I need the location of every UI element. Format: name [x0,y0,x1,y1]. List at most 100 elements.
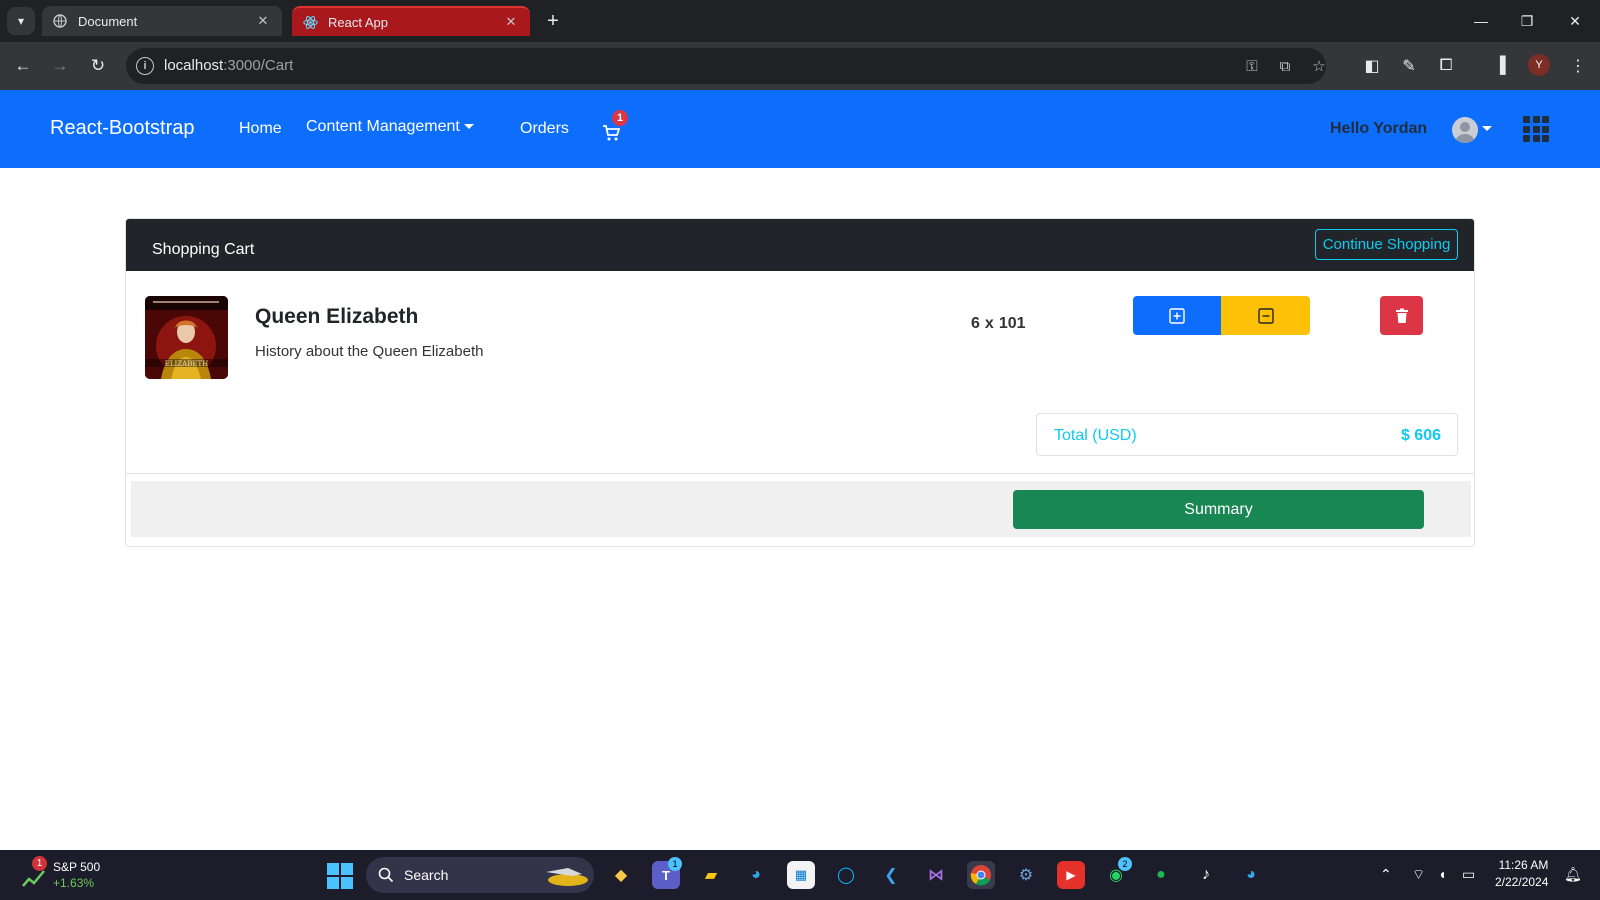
close-tab-icon[interactable]: ✕ [254,12,272,30]
back-icon[interactable]: ← [11,54,35,78]
notification-bell-icon[interactable]: 🔔︎ [1564,866,1582,883]
close-tab-icon[interactable]: ✕ [502,13,520,31]
user-menu-caret-icon[interactable] [1482,126,1492,131]
tab-react-app[interactable]: React App ✕ [292,6,530,36]
card-header: Shopping Cart Continue Shopping [126,219,1474,271]
browser-tabstrip: ▾ Document ✕ React App ✕ + — ❐ ✕ [0,0,1600,42]
bookmark-star-icon[interactable]: ☆ [1309,57,1329,75]
nav-link-home[interactable]: Home [239,120,282,138]
globe-icon [52,13,68,29]
open-in-app-icon[interactable]: ⧉ [1275,57,1295,75]
chrome-icon[interactable] [967,861,995,889]
reload-icon[interactable]: ↻ [86,54,110,78]
close-window-icon[interactable]: ✕ [1552,0,1598,42]
tab-title: Document [78,13,138,29]
product-poster-text: ELIZABETH [165,360,208,368]
edge-icon[interactable]: ◕ [742,861,770,889]
product-name: Queen Elizabeth [255,305,419,328]
whatsapp-badge: 2 [1118,857,1132,871]
stock-name: S&P 500 [53,860,101,874]
vscode-icon[interactable]: ❮ [877,861,905,889]
profile-avatar[interactable]: Y [1528,54,1550,76]
minimize-icon[interactable]: — [1458,0,1504,42]
browser-menu-icon[interactable]: ⋮ [1566,54,1590,78]
eyedropper-icon[interactable]: ✎ [1397,54,1421,78]
trash-icon [1395,308,1408,323]
product-thumbnail: ELIZABETH [145,296,228,379]
wifi-icon[interactable]: ⌔ [1412,866,1425,884]
quantity-price: 6 x 101 [971,315,1026,333]
microsoft-store-icon[interactable]: ▦ [787,861,815,889]
tiktok-icon[interactable]: ♪ [1192,861,1220,889]
spotify-icon[interactable]: ● [1147,861,1175,889]
cart-count-badge: 1 [612,110,628,126]
restore-icon[interactable]: ❐ [1504,0,1550,42]
side-panel-icon[interactable]: ▐ [1488,54,1512,78]
shopping-cart-card: Shopping Cart Continue Shopping ELIZABET… [125,218,1475,547]
nav-link-orders[interactable]: Orders [520,120,569,138]
extensions-puzzle-icon[interactable]: ⧠ [1434,54,1458,78]
search-icon [378,867,394,883]
plus-square-icon [1169,307,1185,324]
card-title: Shopping Cart [152,241,255,258]
url-text[interactable]: localhost:3000/Cart [164,57,293,74]
item-price: 101 [998,315,1026,332]
visual-studio-icon[interactable]: ⋈ [922,861,950,889]
tray-chevron-icon[interactable]: ⌃ [1380,866,1392,883]
clock-date: 2/22/2024 [1495,875,1549,889]
total-value: $ 606 [1400,427,1441,444]
user-avatar-icon[interactable] [1452,117,1478,143]
multiply-sign: x [984,315,994,332]
pixel-app-icon[interactable]: ◆ [607,861,635,889]
browser-toolbar: ← → ↻ i localhost:3000/Cart ⚿ ⧉ ☆ ◧ ✎ ⧠ … [0,42,1600,90]
nav-dropdown-content-management[interactable]: Content Management [306,118,474,136]
stock-change: +1.63% [53,876,95,890]
ssms-icon[interactable]: ⚙ [1012,861,1040,889]
search-highlight-icon [546,868,588,886]
card-footer: Summary [131,481,1471,537]
caret-down-icon [463,124,474,130]
tab-document[interactable]: Document ✕ [42,6,282,36]
app-navbar: React-Bootstrap Home Content Management … [0,90,1600,168]
minus-square-icon [1257,307,1274,324]
extension-icon[interactable]: ◧ [1360,54,1384,78]
total-label: Total (USD) [1054,427,1137,444]
search-label: Search [404,867,449,883]
file-explorer-icon[interactable]: ▰ [697,861,725,889]
address-bar[interactable]: i localhost:3000/Cart ⚿ ⧉ ☆ [126,48,1326,84]
apps-grid-icon[interactable] [1523,116,1549,142]
battery-icon[interactable]: ▭ [1462,866,1475,883]
divider [126,473,1474,474]
decrease-quantity-button[interactable] [1221,296,1310,335]
continue-shopping-button[interactable]: Continue Shopping [1315,229,1458,260]
user-greeting: Hello Yordan [1330,120,1428,137]
total-box: Total (USD) $ 606 [1036,413,1458,456]
system-clock[interactable]: 11:26 AM 2/22/2024 [1495,857,1548,891]
nav-dropdown-label: Content Management [306,118,460,135]
react-logo-icon [302,14,318,30]
cortana-icon[interactable]: ◯ [832,861,860,889]
media-player-icon[interactable]: ▶ [1057,861,1085,889]
stock-widget[interactable]: 1 S&P 500 +1.63% [20,856,130,892]
windows-start-icon[interactable] [327,863,353,889]
new-tab-icon[interactable]: + [540,8,566,34]
item-quantity: 6 [971,315,980,332]
stock-chart-icon [22,870,45,887]
stock-badge: 1 [32,856,47,871]
taskbar-search[interactable]: Search [366,857,594,893]
tab-title: React App [328,14,388,30]
increase-quantity-button[interactable] [1133,296,1221,335]
edge-dev-icon[interactable]: ◕ [1237,861,1265,889]
password-key-icon[interactable]: ⚿ [1242,57,1262,75]
cart-link[interactable]: 1 [602,110,632,144]
clock-time: 11:26 AM [1498,858,1549,872]
summary-button[interactable]: Summary [1013,490,1424,529]
site-info-icon[interactable]: i [136,57,154,75]
product-description: History about the Queen Elizabeth [255,343,484,360]
remove-item-button[interactable] [1380,296,1423,335]
tab-search-chevron-icon[interactable]: ▾ [7,7,35,35]
forward-icon[interactable]: → [48,54,72,78]
navbar-brand[interactable]: React-Bootstrap [50,117,195,140]
volume-icon[interactable]: ◖ [1438,866,1446,882]
teams-badge: 1 [668,857,682,871]
